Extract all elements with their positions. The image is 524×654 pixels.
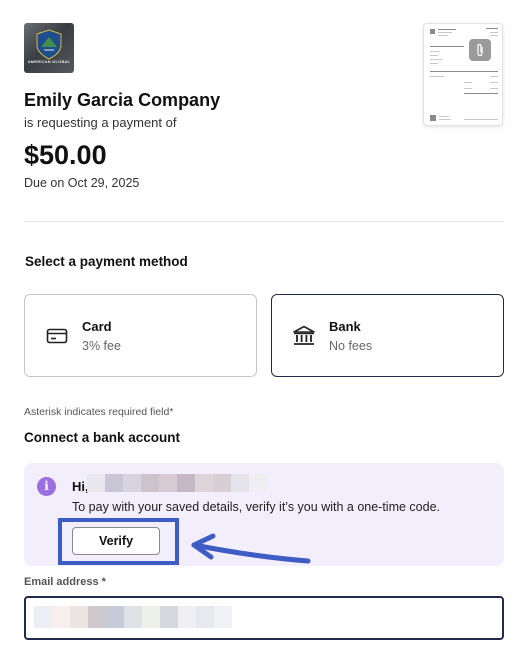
- payment-amount: $50.00: [24, 140, 107, 170]
- due-date: Due on Oct 29, 2025: [24, 176, 140, 190]
- payment-method-title: Select a payment method: [25, 254, 188, 269]
- paperclip-icon: [469, 39, 491, 61]
- requesting-text: is requesting a payment of: [24, 115, 177, 130]
- bank-icon: [292, 325, 316, 347]
- redacted-email-value: [34, 606, 232, 628]
- verify-message: To pay with your saved details, verify i…: [72, 500, 440, 514]
- info-icon: i: [37, 477, 56, 496]
- card-payment-option[interactable]: Card 3% fee: [24, 294, 257, 377]
- company-logo: AMERICAN GLOBAL: [24, 23, 74, 73]
- connect-bank-title: Connect a bank account: [24, 430, 181, 445]
- email-label: Email address *: [24, 576, 106, 588]
- credit-card-icon: [45, 325, 69, 347]
- email-input[interactable]: [24, 596, 504, 640]
- verify-button[interactable]: Verify: [72, 527, 160, 555]
- bank-option-label: Bank: [329, 319, 361, 334]
- invoice-thumbnail[interactable]: [423, 23, 503, 126]
- card-option-fee: 3% fee: [82, 339, 121, 353]
- header-divider: [24, 221, 504, 222]
- card-option-label: Card: [82, 319, 112, 334]
- annotation-arrow-icon: [191, 533, 311, 564]
- bank-option-fee: No fees: [329, 339, 373, 353]
- redacted-user-name: [87, 474, 267, 492]
- required-field-note: Asterisk indicates required field*: [24, 406, 174, 418]
- bank-payment-option[interactable]: Bank No fees: [271, 294, 504, 377]
- company-name: Emily Garcia Company: [24, 90, 221, 110]
